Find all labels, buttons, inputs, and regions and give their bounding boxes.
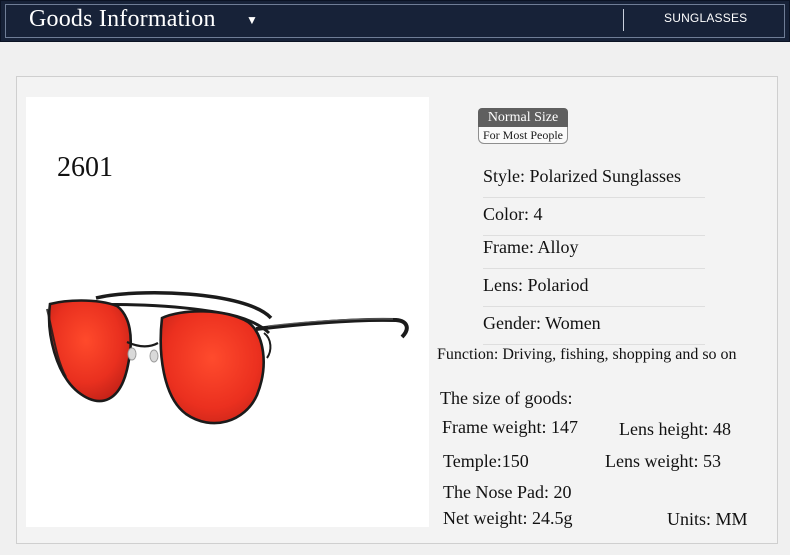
size-badge-label: Normal Size	[478, 108, 568, 127]
right-lens	[159, 310, 265, 425]
lens-height: Lens height: 48	[619, 419, 731, 439]
temple-length: Temple:150	[443, 451, 529, 471]
right-temple	[255, 317, 409, 339]
size-section-title: The size of goods:	[440, 388, 573, 408]
product-image: 2601	[26, 97, 429, 527]
category-label: SUNGLASSES	[664, 11, 748, 25]
style-spec: Style: Polarized Sunglasses	[483, 164, 705, 198]
lens-spec: Lens: Polariod	[483, 273, 705, 307]
gender-spec: Gender: Women	[483, 311, 705, 345]
units-label: Units: MM	[667, 509, 748, 529]
left-lens	[47, 299, 133, 403]
size-badge: Normal Size For Most People	[478, 108, 568, 144]
header-bar: Goods Information ▼ SUNGLASSES	[0, 0, 790, 42]
net-weight: Net weight: 24.5g	[443, 508, 573, 528]
lens-weight: Lens weight: 53	[605, 451, 721, 471]
header-divider	[623, 9, 624, 31]
function-spec: Function: Driving, fishing, shopping and…	[437, 346, 737, 363]
nose-pad: The Nose Pad: 20	[443, 482, 572, 502]
right-nose-pad	[149, 349, 159, 363]
size-badge-note: For Most People	[478, 127, 568, 144]
chevron-down-icon[interactable]: ▼	[246, 13, 258, 27]
frame-spec: Frame: Alloy	[483, 235, 705, 269]
frame-weight: Frame weight: 147	[442, 417, 578, 437]
page-title: Goods Information	[29, 6, 216, 32]
sunglasses-image	[46, 291, 409, 425]
color-spec: Color: 4	[483, 202, 705, 236]
right-hinge	[263, 332, 272, 359]
left-nose-pad	[127, 347, 137, 361]
